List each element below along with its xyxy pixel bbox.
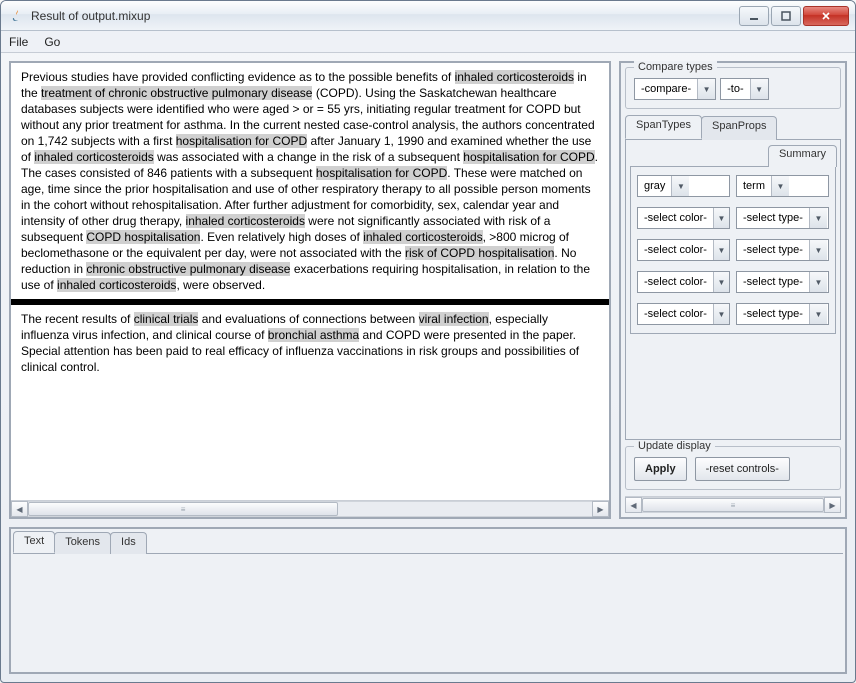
scroll-thumb[interactable]: ≡ (642, 498, 824, 512)
type-select[interactable]: -select type-▼ (736, 207, 829, 229)
menu-go[interactable]: Go (44, 35, 60, 49)
compare-select[interactable]: -compare- ▼ (634, 78, 716, 100)
tab-tokens[interactable]: Tokens (54, 532, 111, 554)
highlighted-span[interactable]: inhaled corticosteroids (363, 230, 482, 244)
app-window: Result of output.mixup File Go Previous … (0, 0, 856, 683)
side-panel: Compare types -compare- ▼ -to- ▼ (619, 61, 847, 519)
titlebar[interactable]: Result of output.mixup (1, 1, 855, 31)
scroll-left-icon[interactable]: ◀ (625, 497, 642, 513)
selector-row: -select color-▼ -select type-▼ (637, 303, 829, 325)
chevron-down-icon[interactable]: ▼ (750, 79, 768, 99)
text-span[interactable]: . Even relatively high doses of (200, 230, 363, 244)
bottom-body (13, 553, 843, 670)
window-buttons (739, 6, 849, 26)
selector-rows: gray▼term▼-select color-▼-select type-▼-… (630, 166, 836, 334)
menubar: File Go (1, 31, 855, 53)
tab-ids[interactable]: Ids (110, 532, 147, 554)
chevron-down-icon[interactable]: ▼ (713, 240, 729, 260)
text-span[interactable]: , were observed. (176, 278, 265, 292)
window-title: Result of output.mixup (31, 9, 739, 23)
color-select[interactable]: gray▼ (637, 175, 730, 197)
compare-legend: Compare types (634, 61, 717, 73)
scroll-right-icon[interactable]: ▶ (824, 497, 841, 513)
highlighted-span[interactable]: hospitalisation for COPD (463, 150, 594, 164)
selector-row: -select color-▼ -select type-▼ (637, 271, 829, 293)
chevron-down-icon[interactable]: ▼ (809, 304, 827, 324)
highlighted-span[interactable]: COPD hospitalisation (86, 230, 200, 244)
selector-row: -select color-▼ -select type-▼ (637, 239, 829, 261)
highlighted-span[interactable]: inhaled corticosteroids (186, 214, 305, 228)
tab-spanprops[interactable]: SpanProps (701, 116, 777, 140)
text-span[interactable]: The recent results of (21, 312, 134, 326)
client-area: Previous studies have provided conflicti… (1, 53, 855, 682)
top-row: Previous studies have provided conflicti… (9, 61, 847, 519)
type-select[interactable]: -select type-▼ (736, 271, 829, 293)
side-hscrollbar[interactable]: ◀ ≡ ▶ (625, 496, 841, 513)
color-select[interactable]: -select color-▼ (637, 303, 730, 325)
scroll-right-icon[interactable]: ▶ (592, 501, 609, 517)
scroll-thumb[interactable]: ≡ (28, 502, 338, 516)
text-span[interactable]: and evaluations of connections between (198, 312, 418, 326)
bottom-panel: Text Tokens Ids (9, 527, 847, 674)
highlighted-span[interactable]: inhaled corticosteroids (455, 70, 574, 84)
compare-fieldset: Compare types -compare- ▼ -to- ▼ (625, 67, 841, 109)
highlighted-span[interactable]: hospitalisation for COPD (176, 134, 307, 148)
highlighted-span[interactable]: chronic obstructive pulmonary disease (86, 262, 290, 276)
chevron-down-icon[interactable]: ▼ (809, 240, 827, 260)
tab-spantypes[interactable]: SpanTypes (625, 115, 702, 139)
highlighted-span[interactable]: viral infection (419, 312, 489, 326)
scroll-track[interactable]: ≡ (28, 501, 592, 517)
text-span[interactable]: was associated with a change in the risk… (154, 150, 464, 164)
chevron-down-icon[interactable]: ▼ (671, 176, 689, 196)
minimize-button[interactable] (739, 6, 769, 26)
highlighted-span[interactable]: hospitalisation for COPD (316, 166, 447, 180)
chevron-down-icon[interactable]: ▼ (809, 208, 827, 228)
highlighted-span[interactable]: bronchial asthma (268, 328, 359, 342)
to-select[interactable]: -to- ▼ (720, 78, 769, 100)
scroll-track[interactable]: ≡ (642, 497, 824, 513)
type-select[interactable]: -select type-▼ (736, 303, 829, 325)
span-tab-pane: SpanTypes SpanProps Summary gray▼ term▼ -s… (625, 115, 841, 440)
selector-row: -select color-▼ -select type-▼ (637, 207, 829, 229)
reset-button[interactable]: -reset controls- (695, 457, 790, 481)
highlighted-span[interactable]: clinical trials (134, 312, 199, 326)
color-select[interactable]: -select color-▼ (637, 239, 730, 261)
chevron-down-icon[interactable]: ▼ (713, 304, 729, 324)
apply-button[interactable]: Apply (634, 457, 687, 481)
chevron-down-icon[interactable]: ▼ (697, 79, 715, 99)
type-select[interactable]: term▼ (736, 175, 829, 197)
text-span[interactable]: Previous studies have provided conflicti… (21, 70, 455, 84)
menu-file[interactable]: File (9, 35, 28, 49)
document-0[interactable]: Previous studies have provided conflicti… (11, 63, 609, 299)
tab-text[interactable]: Text (13, 531, 55, 553)
text-hscrollbar[interactable]: ◀ ≡ ▶ (11, 500, 609, 517)
chevron-down-icon[interactable]: ▼ (809, 272, 827, 292)
type-select[interactable]: -select type-▼ (736, 239, 829, 261)
text-scroll[interactable]: Previous studies have provided conflicti… (11, 63, 609, 500)
chevron-down-icon[interactable]: ▼ (771, 176, 789, 196)
text-panel: Previous studies have provided conflicti… (9, 61, 611, 519)
document-1[interactable]: The recent results of clinical trials an… (11, 305, 609, 381)
maximize-button[interactable] (771, 6, 801, 26)
color-select[interactable]: -select color-▼ (637, 271, 730, 293)
selector-row: gray▼ term▼ (637, 175, 829, 197)
java-icon (9, 8, 25, 24)
color-select[interactable]: -select color-▼ (637, 207, 730, 229)
update-fieldset: Update display Apply -reset controls- (625, 446, 841, 490)
chevron-down-icon[interactable]: ▼ (713, 272, 729, 292)
tab-summary[interactable]: Summary (768, 145, 837, 167)
highlighted-span[interactable]: inhaled corticosteroids (57, 278, 176, 292)
update-legend: Update display (634, 440, 715, 452)
close-button[interactable] (803, 6, 849, 26)
scroll-left-icon[interactable]: ◀ (11, 501, 28, 517)
chevron-down-icon[interactable]: ▼ (713, 208, 729, 228)
highlighted-span[interactable]: risk of COPD hospitalisation (405, 246, 554, 260)
highlighted-span[interactable]: treatment of chronic obstructive pulmona… (41, 86, 312, 100)
highlighted-span[interactable]: inhaled corticosteroids (34, 150, 153, 164)
